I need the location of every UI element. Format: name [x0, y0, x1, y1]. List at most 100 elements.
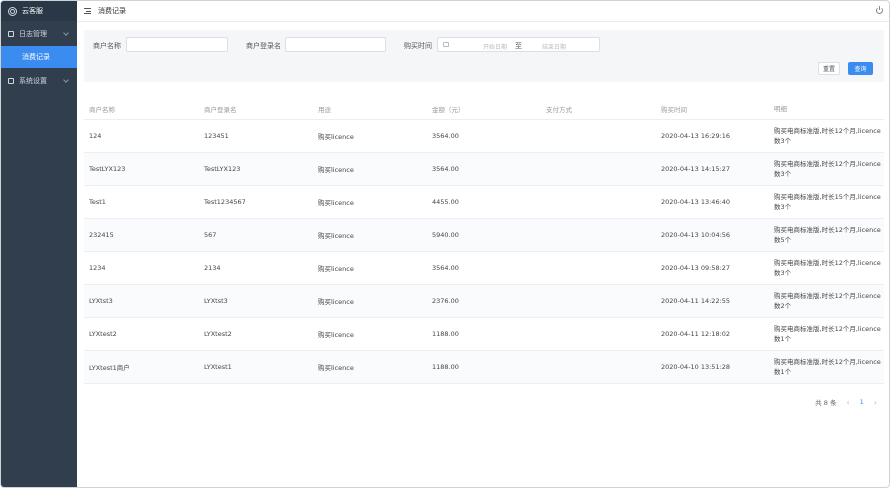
- table-cell-detail: 购买电商标准版,时长12个月,licence数3个: [774, 259, 881, 277]
- merchant-login-label: 商户登录名: [246, 42, 281, 50]
- column-header: 用途: [318, 105, 331, 114]
- column-header: 商户名称: [89, 105, 115, 114]
- table-cell-name: 124: [89, 132, 102, 140]
- column-header: 商户登录名: [204, 105, 237, 114]
- table-cell-time: 2020-04-13 09:58:27: [661, 264, 731, 272]
- total-count: 共 8 条: [815, 399, 837, 407]
- next-page-icon[interactable]: ›: [874, 398, 877, 407]
- table-row: Test1 Test1234567 购买licence 4455.00 2020-04-…: [84, 186, 884, 219]
- table-cell-amount: 3564.00: [432, 132, 459, 140]
- settings-icon: [8, 77, 14, 84]
- table-row: 1234 2134 购买licence 3564.00 2020-04-13 09:58…: [84, 252, 884, 285]
- table-cell-use: 购买licence: [318, 199, 354, 207]
- table-cell-login: 2134: [204, 264, 221, 272]
- table-cell-time: 2020-04-13 14:15:27: [661, 165, 731, 173]
- search-panel: 商户名称 商户登录名 购买时间 开始日期 至 结束日期 重置 查询: [84, 30, 884, 82]
- table-row: TestLYX123 TestLYX123 购买licence 3564.00 2020…: [84, 153, 884, 186]
- table-cell-use: 购买licence: [318, 364, 354, 372]
- table-cell-login: LYXtest2: [204, 330, 232, 338]
- table-cell-amount: 3564.00: [432, 264, 459, 272]
- reset-button[interactable]: 重置: [818, 62, 840, 75]
- table-cell-name: LYXtst3: [89, 297, 113, 305]
- chevron-down-icon: [63, 77, 69, 83]
- date-range-picker[interactable]: 开始日期 至 结束日期: [437, 37, 600, 52]
- table-cell-name: LYXtest2: [89, 330, 117, 338]
- table-cell-time: 2020-04-13 10:04:56: [661, 231, 731, 239]
- sidebar-item-consumption-records[interactable]: 消费记录: [1, 46, 77, 68]
- table-cell-amount: 4455.00: [432, 198, 459, 206]
- table-row: LYXtest2 LYXtest2 购买licence 1188.00 2020-04-…: [84, 318, 884, 351]
- log-icon: [8, 30, 14, 37]
- table-cell-login: 123451: [204, 132, 229, 140]
- table-cell-time: 2020-04-10 13:51:28: [661, 363, 731, 371]
- table-cell-use: 购买licence: [318, 166, 354, 174]
- menu-collapse-icon[interactable]: [84, 8, 91, 14]
- table-row: 124 123451 购买licence 3564.00 2020-04-13 16:2…: [84, 120, 884, 153]
- table-cell-login: LYXtst3: [204, 297, 228, 305]
- table-cell-login: 567: [204, 231, 217, 239]
- table-cell-use: 购买licence: [318, 232, 354, 240]
- table-cell-amount: 1188.00: [432, 363, 459, 371]
- page-number[interactable]: 1: [860, 398, 864, 406]
- calendar-icon: [443, 42, 449, 47]
- header: 消费记录: [77, 1, 889, 22]
- table-cell-use: 购买licence: [318, 331, 354, 339]
- chevron-down-icon: [63, 30, 69, 36]
- table-row: 232415 567 购买licence 5940.00 2020-04-13 10:0…: [84, 219, 884, 252]
- table-cell-name: 232415: [89, 231, 114, 239]
- brand: 云客服: [1, 1, 77, 21]
- sidebar-item-label: 消费记录: [22, 53, 50, 61]
- brand-title: 云客服: [22, 7, 43, 15]
- table-cell-amount: 5940.00: [432, 231, 459, 239]
- sidebar-item-log-management[interactable]: 日志管理: [1, 21, 77, 46]
- table-cell-amount: 2376.00: [432, 297, 459, 305]
- table-cell-detail: 购买电商标准版,时长12个月,licence数3个: [774, 127, 881, 145]
- table-cell-detail: 购买电商标准版,时长12个月,licence数1个: [774, 358, 881, 376]
- table-cell-name: Test1: [89, 198, 106, 206]
- sidebar-item-label: 系统设置: [19, 76, 47, 85]
- query-button[interactable]: 查询: [848, 62, 873, 75]
- date-start-placeholder[interactable]: 开始日期: [483, 42, 507, 51]
- table-cell-time: 2020-04-11 14:22:55: [661, 297, 731, 305]
- table-cell-use: 购买licence: [318, 298, 354, 306]
- app-window: 云客服 日志管理 消费记录 系统设置 消费记录 商户名称 商户登录名 购买时间 …: [0, 0, 890, 488]
- sidebar-item-label: 日志管理: [19, 29, 47, 38]
- table-cell-amount: 1188.00: [432, 330, 459, 338]
- power-icon[interactable]: [876, 6, 883, 14]
- column-header: 购买时间: [661, 105, 687, 114]
- column-header: 支付方式: [546, 105, 572, 114]
- table-cell-time: 2020-04-13 16:29:16: [661, 132, 731, 140]
- table-cell-name: 1234: [89, 264, 106, 272]
- table-row: LYXtest1商户 LYXtest1 购买licence 1188.00 2020-0…: [84, 351, 884, 384]
- table-cell-login: TestLYX123: [204, 165, 241, 173]
- date-end-placeholder[interactable]: 结束日期: [542, 42, 566, 51]
- table-cell-use: 购买licence: [318, 133, 354, 141]
- table-cell-name: LYXtest1商户: [89, 364, 130, 372]
- merchant-name-input[interactable]: [126, 37, 228, 52]
- table-body: 124 123451 购买licence 3564.00 2020-04-13 16:2…: [84, 120, 884, 384]
- table-header: 商户名称 商户登录名 用途 金额（元） 支付方式 购买时间 明细: [84, 98, 884, 120]
- merchant-login-input[interactable]: [285, 37, 386, 52]
- table-cell-use: 购买licence: [318, 265, 354, 273]
- column-header: 明细: [774, 104, 787, 113]
- table-cell-detail: 购买电商标准版,时长12个月,licence数3个: [774, 160, 881, 178]
- table-cell-detail: 购买电商标准版,时长12个月,licence数1个: [774, 325, 881, 343]
- table-cell-login: LYXtest1: [204, 363, 232, 371]
- purchase-time-label: 购买时间: [404, 42, 432, 50]
- records-table: 商户名称 商户登录名 用途 金额（元） 支付方式 购买时间 明细 124 1234…: [84, 98, 884, 384]
- table-row: LYXtst3 LYXtst3 购买licence 2376.00 2020-04-11…: [84, 285, 884, 318]
- column-header: 金额（元）: [432, 105, 465, 114]
- merchant-name-label: 商户名称: [93, 42, 121, 50]
- table-cell-detail: 购买电商标准版,时长12个月,licence数5个: [774, 226, 881, 244]
- prev-page-icon[interactable]: ‹: [846, 398, 849, 407]
- table-cell-amount: 3564.00: [432, 165, 459, 173]
- sidebar-item-system-settings[interactable]: 系统设置: [1, 68, 77, 93]
- logo-icon: [8, 6, 17, 16]
- table-cell-login: Test1234567: [204, 198, 246, 206]
- pagination: 共 8 条 ‹ 1 ›: [815, 397, 877, 408]
- page-title: 消费记录: [98, 7, 126, 15]
- table-cell-time: 2020-04-13 13:46:40: [661, 198, 731, 206]
- table-cell-name: TestLYX123: [89, 165, 126, 173]
- date-separator: 至: [515, 42, 522, 50]
- sidebar: 云客服 日志管理 消费记录 系统设置: [1, 1, 77, 487]
